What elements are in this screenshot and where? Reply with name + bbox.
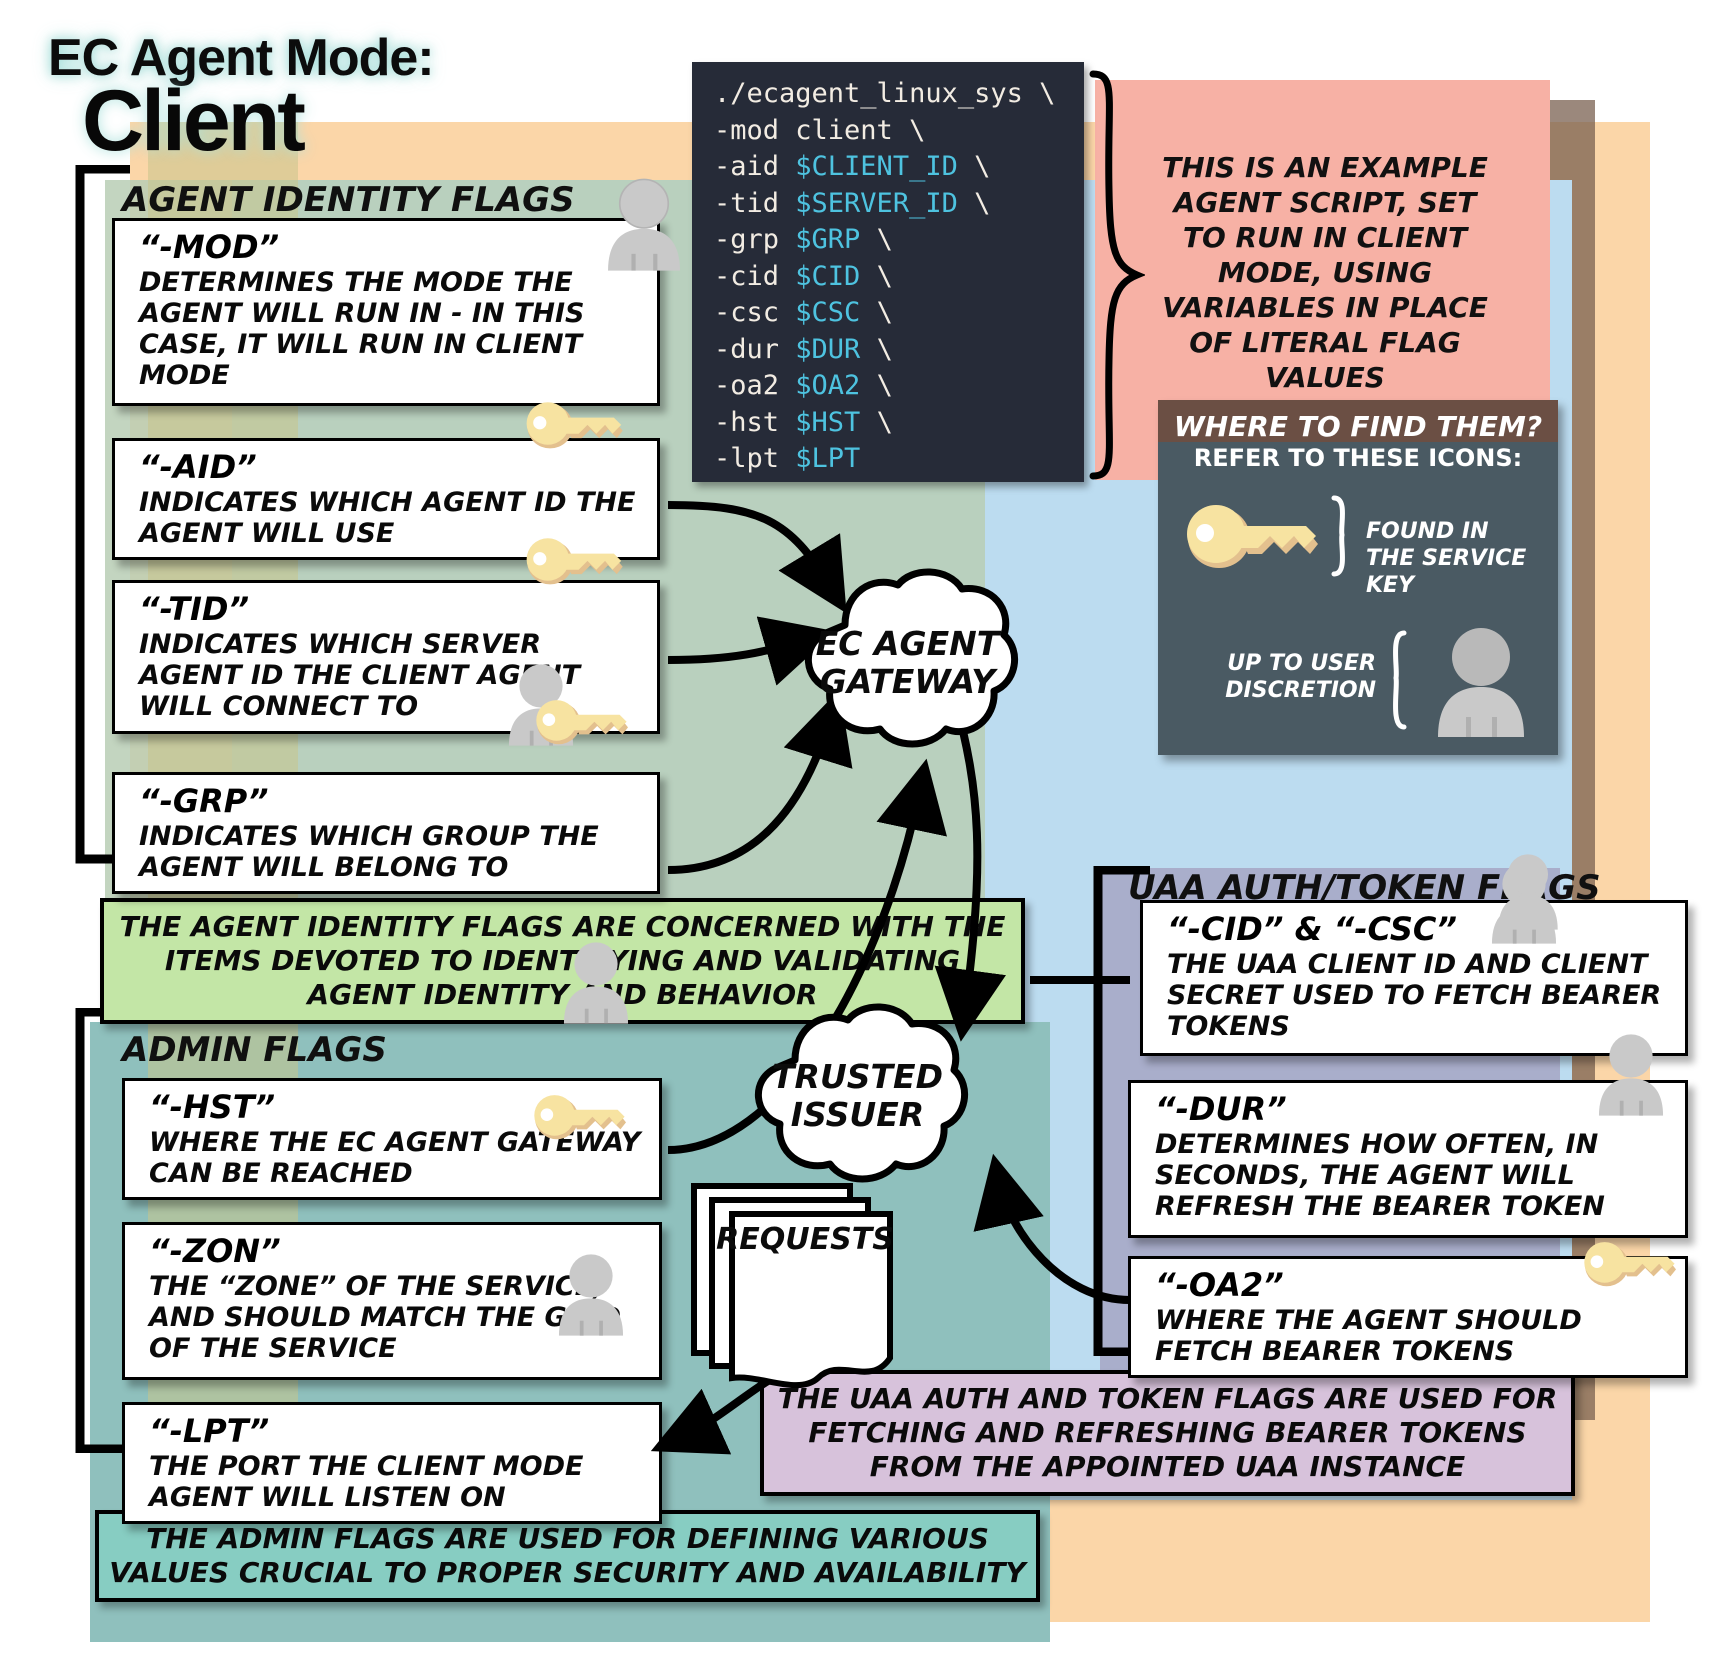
issuer-label: TRUSTED ISSUER xyxy=(772,1057,943,1134)
user-icon xyxy=(563,942,629,1024)
section-label-admin: ADMIN FLAGS xyxy=(122,1030,387,1070)
gateway-label: EC AGENT GATEWAY xyxy=(815,624,1000,701)
key-icon xyxy=(536,700,628,745)
flag-card-mod[interactable]: “-MOD” DETERMINES THE MODE THE AGENT WIL… xyxy=(112,218,660,406)
legend-brace-key-icon xyxy=(1331,495,1345,577)
code-line: -oa2 $OA2 \ xyxy=(714,370,893,401)
key-icon xyxy=(526,402,623,449)
user-icon xyxy=(1598,1034,1664,1116)
flag-title: “-GRP” xyxy=(139,782,269,820)
key-icon xyxy=(1187,505,1318,568)
section-label-agent-identity: AGENT IDENTITY FLAGS xyxy=(122,180,575,220)
legend-brace-user-icon xyxy=(1393,630,1407,730)
code-line: -aid $CLIENT_ID \ xyxy=(714,151,991,182)
key-icon xyxy=(526,538,623,585)
agent-script-code-block: ./ecagent_linux_sys \ -mod client \ -aid… xyxy=(692,62,1084,482)
code-line: -cid $CID \ xyxy=(714,260,893,292)
user-icon xyxy=(558,1254,624,1336)
flag-description: THE PORT THE CLIENT MODE AGENT WILL LIST… xyxy=(149,1451,584,1513)
code-line: -dur $DUR \ xyxy=(714,333,893,365)
code-line: ./ecagent_linux_sys \ xyxy=(714,78,1056,109)
flag-title: “-MOD” xyxy=(139,228,280,266)
flag-card-lpt[interactable]: “-LPT” THE PORT THE CLIENT MODE AGENT WI… xyxy=(122,1402,662,1524)
flag-title: “-TID” xyxy=(139,590,250,628)
findbox-title: WHERE TO FIND THEM? xyxy=(1173,410,1543,443)
title-line-2: Client xyxy=(82,73,306,169)
user-legend-label: UP TO USER DISCRETION xyxy=(1225,651,1376,703)
code-line: -hst $HST \ xyxy=(714,406,893,438)
flag-description: THE UAA CLIENT ID AND CLIENT SECRET USED… xyxy=(1167,949,1662,1042)
user-icon xyxy=(608,178,680,271)
curly-brace-icon xyxy=(1089,70,1145,480)
infographic-canvas: EC Agent Mode: Client ./ecagent_linux_sy… xyxy=(0,0,1720,1680)
user-icon xyxy=(1498,854,1558,930)
flag-description: INDICATES WHICH GROUP THE AGENT WILL BEL… xyxy=(139,821,599,883)
code-line: -mod client \ xyxy=(714,114,926,146)
user-icon xyxy=(1438,628,1524,737)
where-to-find-them-box: WHERE TO FIND THEM? REFER TO THESE ICONS… xyxy=(1158,400,1558,755)
code-line: -csc $CSC \ xyxy=(714,297,893,328)
node-requests xyxy=(690,1178,920,1392)
flag-description: DETERMINES THE MODE THE AGENT WILL RUN I… xyxy=(139,267,585,391)
findbox-subtitle: REFER TO THESE ICONS: xyxy=(1193,444,1523,472)
flag-description: WHERE THE AGENT SHOULD FETCH BEARER TOKE… xyxy=(1155,1305,1582,1367)
flag-title: “-AID” xyxy=(139,448,257,486)
flag-card-grp[interactable]: “-GRP” INDICATES WHICH GROUP THE AGENT W… xyxy=(112,772,660,894)
example-script-note: THIS IS AN EXAMPLE AGENT SCRIPT, SET TO … xyxy=(1162,151,1488,394)
requests-label: REQUESTS xyxy=(716,1222,894,1257)
flag-title: “-CID” & “-CSC” xyxy=(1167,910,1458,948)
key-icon xyxy=(1584,1242,1676,1287)
key-legend-label: FOUND IN THE SERVICE KEY xyxy=(1366,519,1527,598)
flag-description: DETERMINES HOW OFTEN, IN SECONDS, THE AG… xyxy=(1155,1129,1605,1222)
code-line: -tid $SERVER_ID \ xyxy=(714,187,991,219)
code-line: -lpt $LPT xyxy=(714,443,861,474)
key-icon xyxy=(534,1095,626,1140)
flag-title: “-LPT” xyxy=(149,1412,270,1450)
code-line: -grp $GRP \ xyxy=(714,224,893,255)
